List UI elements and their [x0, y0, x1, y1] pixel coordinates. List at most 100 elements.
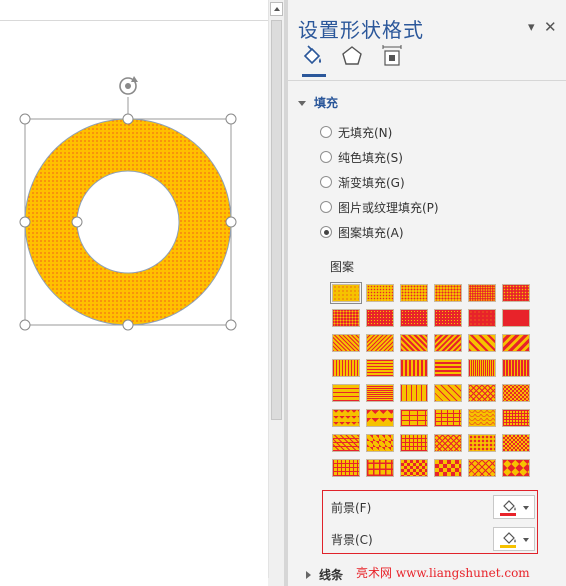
radio-button[interactable]	[320, 151, 332, 163]
radio-label: 渐变填充(G)	[338, 175, 405, 190]
size-layout-icon	[382, 45, 402, 66]
pattern-swatch[interactable]	[434, 284, 462, 302]
pattern-grid	[330, 282, 532, 480]
donut-shape[interactable]	[24, 118, 232, 326]
pattern-swatch[interactable]	[434, 459, 462, 477]
paint-bucket-icon	[503, 500, 516, 512]
pattern-swatch[interactable]	[400, 384, 428, 402]
radio-no-fill[interactable]: 无填充(N)	[320, 123, 392, 141]
scroll-up-button[interactable]	[270, 2, 283, 16]
paint-bucket-icon	[503, 532, 516, 544]
pattern-swatch[interactable]	[468, 334, 496, 352]
pattern-swatch[interactable]	[400, 434, 428, 452]
pattern-swatch[interactable]	[332, 334, 360, 352]
pattern-swatch[interactable]	[332, 309, 360, 327]
dropdown-caret-icon	[523, 538, 529, 542]
pattern-swatch[interactable]	[332, 409, 360, 427]
pattern-swatch[interactable]	[434, 309, 462, 327]
foreground-swatch	[500, 513, 516, 516]
pattern-swatch[interactable]	[468, 409, 496, 427]
radio-button[interactable]	[320, 201, 332, 213]
scrollbar-corner	[268, 578, 284, 586]
close-icon[interactable]: ✕	[544, 18, 557, 36]
active-tab-indicator	[302, 74, 326, 77]
radio-solid-fill[interactable]: 纯色填充(S)	[320, 148, 403, 166]
pattern-swatch[interactable]	[332, 434, 360, 452]
pattern-swatch[interactable]	[366, 459, 394, 477]
foreground-label: 前景(F)	[331, 500, 372, 515]
collapse-triangle-icon	[298, 101, 306, 106]
scroll-thumb[interactable]	[271, 20, 282, 420]
fill-header-label: 填充	[314, 96, 339, 110]
pattern-swatch[interactable]	[468, 434, 496, 452]
pattern-swatch[interactable]	[400, 459, 428, 477]
format-shape-panel: 设置形状格式 ▾ ✕ 填充 无填充(N) 纯色填充(S) 渐变填充(G) 图片或…	[288, 0, 566, 586]
radio-label: 纯色填充(S)	[338, 150, 403, 165]
pattern-swatch[interactable]	[332, 459, 360, 477]
panel-tabs	[300, 44, 420, 78]
pattern-swatch[interactable]	[434, 334, 462, 352]
rotate-handle-icon[interactable]	[119, 76, 138, 95]
pattern-swatch[interactable]	[332, 359, 360, 377]
pattern-swatch[interactable]	[468, 459, 496, 477]
pattern-swatch[interactable]	[434, 409, 462, 427]
pattern-swatch[interactable]	[366, 359, 394, 377]
document-canvas[interactable]	[0, 0, 268, 586]
pattern-swatch[interactable]	[400, 359, 428, 377]
fill-section-header[interactable]: 填充	[298, 94, 338, 111]
pattern-swatch[interactable]	[434, 384, 462, 402]
pattern-swatch[interactable]	[502, 459, 530, 477]
pattern-swatch[interactable]	[366, 334, 394, 352]
line-section-header[interactable]: 线条	[306, 566, 343, 583]
radio-label: 图案填充(A)	[338, 225, 404, 240]
pattern-swatch[interactable]	[502, 409, 530, 427]
pattern-swatch[interactable]	[502, 434, 530, 452]
pattern-swatch[interactable]	[400, 334, 428, 352]
pattern-swatch[interactable]	[366, 384, 394, 402]
radio-picture-texture-fill[interactable]: 图片或纹理填充(P)	[320, 198, 439, 216]
radio-button[interactable]	[320, 176, 332, 188]
pattern-swatch[interactable]	[400, 309, 428, 327]
shape-layer	[19, 76, 237, 331]
radio-pattern-fill[interactable]: 图案填充(A)	[320, 223, 404, 241]
tab-size-properties[interactable]	[380, 44, 404, 70]
pattern-swatch[interactable]	[468, 309, 496, 327]
pattern-swatch[interactable]	[366, 284, 394, 302]
panel-title: 设置形状格式	[298, 18, 424, 42]
radio-label: 图片或纹理填充(P)	[338, 200, 439, 215]
pattern-swatch[interactable]	[332, 384, 360, 402]
line-header-label: 线条	[319, 568, 344, 582]
pattern-swatch[interactable]	[434, 434, 462, 452]
pattern-swatch[interactable]	[400, 409, 428, 427]
radio-button-checked[interactable]	[320, 226, 332, 238]
pattern-color-group: 前景(F) 背景(C)	[322, 490, 538, 554]
vertical-scrollbar[interactable]	[268, 0, 284, 586]
pattern-swatch[interactable]	[468, 384, 496, 402]
pattern-swatch[interactable]	[502, 384, 530, 402]
pattern-swatch[interactable]	[468, 359, 496, 377]
pattern-swatch[interactable]	[502, 334, 530, 352]
pattern-swatch[interactable]	[468, 284, 496, 302]
pattern-swatch[interactable]	[330, 282, 362, 304]
pattern-swatch[interactable]	[366, 409, 394, 427]
pattern-swatch[interactable]	[502, 359, 530, 377]
pentagon-icon	[342, 46, 362, 65]
pattern-swatch[interactable]	[366, 434, 394, 452]
radio-button[interactable]	[320, 126, 332, 138]
tab-fill-line[interactable]	[300, 44, 324, 70]
background-color-picker[interactable]	[493, 527, 535, 551]
foreground-row: 前景(F)	[331, 495, 371, 519]
app-window: 设置形状格式 ▾ ✕ 填充 无填充(N) 纯色填充(S) 渐变填充(G) 图片或…	[0, 0, 566, 586]
pattern-swatch[interactable]	[434, 359, 462, 377]
chevron-down-icon[interactable]: ▾	[528, 20, 535, 35]
background-label: 背景(C)	[331, 532, 373, 547]
foreground-color-picker[interactable]	[493, 495, 535, 519]
pattern-swatch[interactable]	[502, 284, 530, 302]
background-row: 背景(C)	[331, 527, 373, 551]
tab-effects[interactable]	[340, 44, 364, 70]
pattern-swatch[interactable]	[502, 309, 530, 327]
dropdown-caret-icon	[523, 506, 529, 510]
pattern-swatch[interactable]	[366, 309, 394, 327]
pattern-swatch[interactable]	[400, 284, 428, 302]
radio-gradient-fill[interactable]: 渐变填充(G)	[320, 173, 405, 191]
